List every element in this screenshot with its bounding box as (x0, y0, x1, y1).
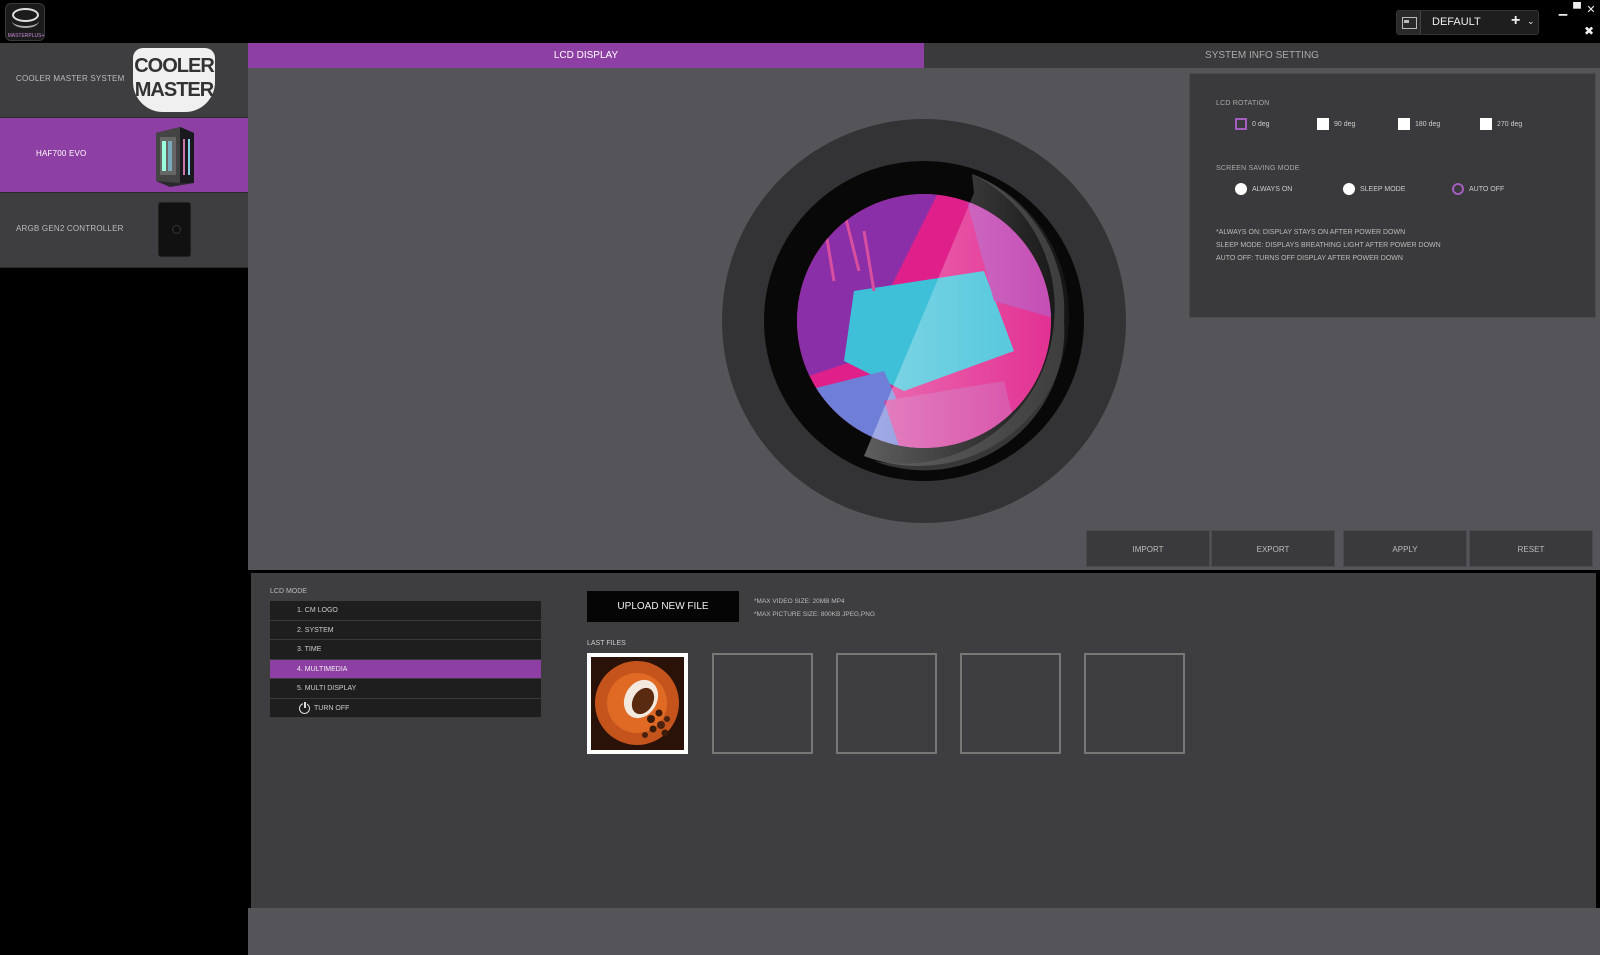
close-button[interactable]: ✕ (1585, 3, 1597, 16)
apply-button[interactable]: APPLY (1343, 530, 1467, 567)
lcd-settings-panel: LCD ROTATION 0 deg 90 deg 180 deg 270 de… (1189, 73, 1596, 318)
profile-name: DEFAULT (1432, 16, 1481, 28)
rotation-option-0[interactable]: 0 deg (1235, 118, 1270, 130)
logo-line-2: MASTER (134, 79, 214, 101)
lcd-preview-image (797, 174, 1069, 471)
checkbox[interactable] (1317, 118, 1329, 130)
bottom-strip (248, 908, 1600, 955)
tools-icon[interactable]: ✖ (1584, 24, 1594, 38)
rotation-option-180[interactable]: 180 deg (1398, 118, 1440, 130)
device-sidebar: COOLER MASTER SYSTEM COOLER MASTER HAF70… (0, 43, 248, 955)
sidebar-item-cooler-master-system[interactable]: COOLER MASTER SYSTEM COOLER MASTER (0, 43, 248, 118)
checkbox[interactable] (1480, 118, 1492, 130)
maximize-button[interactable]: ▀ (1571, 3, 1583, 15)
import-button[interactable]: IMPORT (1086, 530, 1210, 567)
mode-item-time[interactable]: 3. TIME (270, 640, 541, 660)
sidebar-item-label: HAF700 EVO (36, 149, 87, 158)
last-file-5[interactable] (1084, 653, 1185, 754)
mode-item-multi-display[interactable]: 5. MULTI DISPLAY (270, 679, 541, 699)
plus-icon[interactable]: + (1511, 12, 1520, 30)
screen-saving-title: SCREEN SAVING MODE (1216, 165, 1300, 172)
note-always-on: *ALWAYS ON: DISPLAY STAYS ON AFTER POWER… (1216, 229, 1406, 236)
coffee-cup-thumbnail (591, 657, 684, 750)
rotation-label: 180 deg (1415, 120, 1441, 128)
tab-system-info-setting[interactable]: SYSTEM INFO SETTING (924, 43, 1600, 68)
power-icon (299, 700, 310, 714)
rotation-label: 0 deg (1252, 120, 1270, 128)
logo-ring-lower-icon (12, 14, 39, 28)
reset-button[interactable]: RESET (1469, 530, 1593, 567)
saving-option-sleep-mode[interactable]: SLEEP MODE (1343, 183, 1405, 195)
saving-label: AUTO OFF (1469, 185, 1505, 193)
turn-off-label: TURN OFF (314, 704, 350, 712)
saving-option-always-on[interactable]: ALWAYS ON (1235, 183, 1292, 195)
saving-label: SLEEP MODE (1360, 185, 1406, 193)
checkbox[interactable] (1398, 118, 1410, 130)
rotation-label: 270 deg (1497, 120, 1523, 128)
logo-line-1: COOLER (134, 55, 215, 77)
max-picture-size-note: *MAX PICTURE SIZE: 800KB JPEG,PNG (754, 611, 876, 618)
sidebar-item-label: COOLER MASTER SYSTEM (16, 74, 125, 83)
rotation-option-270[interactable]: 270 deg (1480, 118, 1522, 130)
mode-item-cm-logo[interactable]: 1. CM LOGO (270, 601, 541, 621)
rotation-option-90[interactable]: 90 deg (1317, 118, 1355, 130)
export-button[interactable]: EXPORT (1211, 530, 1335, 567)
sidebar-item-argb-controller[interactable]: ARGB GEN2 CONTROLLER (0, 193, 248, 268)
note-sleep-mode: SLEEP MODE: DISPLAYS BREATHING LIGHT AFT… (1216, 242, 1441, 249)
lcd-mode-title: LCD MODE (270, 588, 307, 595)
max-video-size-note: *MAX VIDEO SIZE: 20MB MP4 (754, 598, 845, 605)
sidebar-item-label: ARGB GEN2 CONTROLLER (16, 224, 124, 233)
profile-selector[interactable]: DEFAULT + ⌄ (1396, 10, 1539, 35)
saving-label: ALWAYS ON (1252, 185, 1293, 193)
rotation-title: LCD ROTATION (1216, 100, 1270, 107)
app-logo: MASTERPLUS+ (5, 3, 45, 41)
cooler-master-logo: COOLER MASTER (133, 48, 215, 112)
controller-icon (158, 202, 191, 257)
last-file-1[interactable] (587, 653, 688, 754)
tab-lcd-display[interactable]: LCD DISPLAY (248, 43, 924, 68)
chevron-down-icon[interactable]: ⌄ (1527, 16, 1535, 27)
rotation-label: 90 deg (1334, 120, 1356, 128)
lcd-mode-list: 1. CM LOGO 2. SYSTEM 3. TIME 4. MULTIMED… (270, 601, 541, 718)
last-files-title: LAST FILES (587, 640, 626, 647)
profile-image-icon[interactable] (1397, 11, 1421, 34)
last-file-2[interactable] (712, 653, 813, 754)
minimize-button[interactable]: ▁ (1557, 3, 1569, 16)
title-bar: MASTERPLUS+ DEFAULT + ⌄ ▁ ▀ ✕ ✖ (0, 0, 1600, 43)
mode-item-turn-off[interactable]: TURN OFF (270, 698, 541, 718)
lcd-mode-area: LCD MODE 1. CM LOGO 2. SYSTEM 3. TIME 4.… (251, 573, 1596, 908)
sidebar-item-haf700-evo[interactable]: HAF700 EVO (0, 118, 248, 193)
saving-option-auto-off[interactable]: AUTO OFF (1452, 183, 1504, 195)
checkbox-checked[interactable] (1235, 118, 1247, 130)
pc-case-icon (156, 127, 194, 187)
upload-new-file-button[interactable]: UPLOAD NEW FILE (587, 591, 739, 622)
radio[interactable] (1343, 183, 1355, 195)
lcd-bezel (722, 119, 1126, 523)
mode-item-multimedia[interactable]: 4. MULTIMEDIA (270, 659, 541, 679)
last-file-4[interactable] (960, 653, 1061, 754)
note-auto-off: AUTO OFF: TURNS OFF DISPLAY AFTER POWER … (1216, 255, 1403, 262)
lcd-screen-preview (764, 161, 1084, 481)
radio[interactable] (1235, 183, 1247, 195)
mode-item-system[interactable]: 2. SYSTEM (270, 620, 541, 640)
last-file-3[interactable] (836, 653, 937, 754)
app-logo-text: MASTERPLUS+ (7, 33, 45, 39)
radio-checked[interactable] (1452, 183, 1464, 195)
